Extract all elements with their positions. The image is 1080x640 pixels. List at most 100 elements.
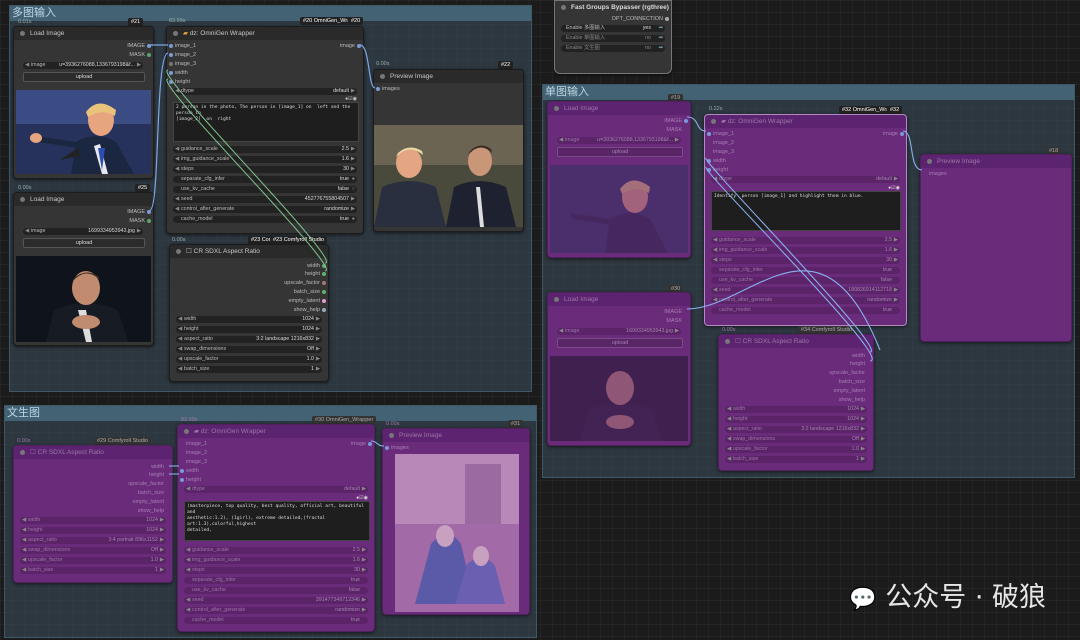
arrow-left-icon[interactable]: ◀	[559, 328, 563, 335]
arrow-right-icon[interactable]: ▶	[137, 228, 141, 235]
node-title[interactable]: Preview Image	[383, 429, 529, 442]
arrow-right-icon[interactable]: ▶	[675, 137, 679, 144]
arrow-left-icon[interactable]: ◀	[22, 527, 26, 534]
upscale-factor-widget[interactable]: ◀ upscale_factor 1.0 ▶	[176, 356, 322, 363]
collapse-dot-icon[interactable]	[176, 249, 181, 254]
arrow-left-icon[interactable]: ◀	[713, 247, 717, 254]
toggle-on-icon[interactable]: ●	[352, 176, 355, 183]
single-preview-image-node-18[interactable]: Preview Image images	[920, 154, 1072, 342]
arrow-left-icon[interactable]: ◀	[186, 486, 190, 493]
input-images-socket[interactable]	[376, 87, 380, 91]
arrow-left-icon[interactable]: ◀	[727, 416, 731, 423]
node-title[interactable]: ▰ dz: OmniGen Wrapper	[167, 27, 363, 40]
node-title[interactable]: Load Image	[14, 193, 153, 206]
aspect-ratio-widget[interactable]: ◀ aspect_ratio 3:2 landscape 1216x832 ▶	[176, 336, 322, 343]
node-title[interactable]: ☐ CR SDXL Aspect Ratio	[14, 446, 172, 459]
guidance-scale-widget[interactable]: ◀ guidance_scale 2.5 ▶	[184, 547, 368, 554]
arrow-right-icon[interactable]: ▶	[351, 156, 355, 163]
arrow-left-icon[interactable]: ◀	[713, 257, 717, 264]
arrow-left-icon[interactable]: ◀	[178, 366, 182, 373]
arrow-left-icon[interactable]: ◀	[713, 287, 717, 294]
width-widget[interactable]: ◀ width 1024 ▶	[176, 316, 322, 323]
aspect-ratio-widget[interactable]: ◀ aspect_ratio 3:2 landscape 1216x832 ▶	[725, 426, 867, 433]
arrow-left-icon[interactable]: ◀	[186, 607, 190, 614]
arrow-right-icon[interactable]: ▶	[316, 356, 320, 363]
upscale-factor-widget[interactable]: ◀ upscale_factor 1.0 ▶	[725, 446, 867, 453]
upload-button[interactable]: upload	[23, 238, 145, 248]
img-guidance-scale-widget[interactable]: ◀ img_guidance_scale 1.6 ▶	[711, 247, 900, 254]
arrow-left-icon[interactable]: ◀	[25, 228, 29, 235]
arrow-right-icon[interactable]: ▶	[894, 176, 898, 183]
arrow-left-icon[interactable]: ◀	[175, 166, 179, 173]
arrow-left-icon[interactable]: ◀	[22, 567, 26, 574]
toggle-on-icon[interactable]: ●	[352, 216, 355, 223]
arrow-right-icon[interactable]: ▶	[160, 557, 164, 564]
output-image-socket[interactable]	[684, 119, 688, 123]
text-omnigen-wrapper-node-30[interactable]: ▰ dz: OmniGen Wrapper image_1 image_2 im…	[177, 424, 375, 632]
arrow-right-icon[interactable]: ▶	[861, 456, 865, 463]
swap-dimensions-widget[interactable]: ◀ swap_dimensions Off ▶	[725, 436, 867, 443]
input-image-1-socket[interactable]	[169, 44, 173, 48]
arrow-left-icon[interactable]: ◀	[186, 547, 190, 554]
dtype-select[interactable]: ◀ dtype default ▶	[711, 176, 900, 183]
arrow-left-icon[interactable]: ◀	[713, 297, 717, 304]
seed-widget[interactable]: ◀ seed 391477349712346 ▶	[184, 597, 368, 604]
arrow-right-icon[interactable]: ▶	[137, 62, 141, 69]
collapse-dot-icon[interactable]	[711, 119, 716, 124]
batch-size-widget[interactable]: ◀ batch_size 1 ▶	[725, 456, 867, 463]
arrow-right-icon[interactable]: ▶	[362, 597, 366, 604]
upload-button[interactable]: upload	[557, 147, 683, 157]
node-checkbox-icon[interactable]: ☐	[735, 338, 743, 345]
upload-button[interactable]: upload	[23, 72, 145, 82]
dtype-select[interactable]: ◀ dtype default ▶	[173, 88, 357, 95]
output-image-socket[interactable]	[357, 44, 361, 48]
collapse-dot-icon[interactable]	[173, 31, 178, 36]
output-mask-socket[interactable]	[147, 53, 151, 57]
arrow-left-icon[interactable]: ◀	[178, 326, 182, 333]
arrow-left-icon[interactable]: ◀	[175, 146, 179, 153]
collapse-dot-icon[interactable]	[20, 31, 25, 36]
navigate-arrow-icon[interactable]: ➡	[659, 45, 663, 52]
arrow-right-icon[interactable]: ▶	[160, 527, 164, 534]
navigate-arrow-icon[interactable]: ➡	[659, 35, 663, 42]
arrow-right-icon[interactable]: ▶	[160, 517, 164, 524]
arrow-right-icon[interactable]: ▶	[351, 88, 355, 95]
swap-dimensions-widget[interactable]: ◀ swap_dimensions Off ▶	[176, 346, 322, 353]
arrow-left-icon[interactable]: ◀	[186, 557, 190, 564]
output-image-socket[interactable]	[368, 442, 372, 446]
input-height-socket[interactable]	[169, 80, 173, 84]
fast-groups-bypasser-node[interactable]: Fast Groups Bypasser (rgthree) OPT_CONNE…	[554, 0, 672, 74]
image-select[interactable]: ◀ image 1699334953943.jpg ▶	[557, 328, 681, 335]
text-cr-sdxl-aspect-ratio-node-29[interactable]: ☐ CR SDXL Aspect Ratio width height upsc…	[13, 445, 173, 583]
prompt-textarea[interactable]: (masterpiece, top quality, best quality,…	[184, 501, 370, 541]
collapse-dot-icon[interactable]	[389, 433, 394, 438]
width-widget[interactable]: ◀ width 1024 ▶	[20, 517, 166, 524]
steps-widget[interactable]: ◀ steps 30 ▶	[184, 567, 368, 574]
arrow-left-icon[interactable]: ◀	[727, 436, 731, 443]
image-select[interactable]: ◀ image 1699334953943.jpg ▶	[23, 228, 143, 235]
input-height-socket[interactable]	[707, 168, 711, 172]
prompt-textarea[interactable]: 2 person in the photo, The person in [im…	[173, 102, 359, 142]
collapse-dot-icon[interactable]	[554, 297, 559, 302]
arrow-right-icon[interactable]: ▶	[894, 237, 898, 244]
toggle-off-icon[interactable]: ○	[352, 186, 355, 193]
arrow-right-icon[interactable]: ▶	[316, 316, 320, 323]
use-kv-cache-toggle[interactable]: use_kv_cache false	[184, 587, 368, 594]
arrow-right-icon[interactable]: ▶	[675, 328, 679, 335]
arrow-left-icon[interactable]: ◀	[178, 316, 182, 323]
single-cr-sdxl-aspect-ratio-node-34[interactable]: ☐ CR SDXL Aspect Ratio width height upsc…	[718, 334, 874, 471]
node-title[interactable]: Preview Image	[921, 155, 1071, 168]
arrow-right-icon[interactable]: ▶	[894, 297, 898, 304]
arrow-left-icon[interactable]: ◀	[559, 137, 563, 144]
collapse-dot-icon[interactable]	[184, 429, 189, 434]
arrow-right-icon[interactable]: ▶	[362, 567, 366, 574]
arrow-right-icon[interactable]: ▶	[861, 406, 865, 413]
input-images-socket[interactable]	[385, 446, 389, 450]
arrow-right-icon[interactable]: ▶	[316, 366, 320, 373]
node-title[interactable]: ☐ CR SDXL Aspect Ratio	[719, 335, 873, 348]
cache-model-toggle[interactable]: cache_model true ●	[173, 216, 357, 223]
arrow-left-icon[interactable]: ◀	[22, 557, 26, 564]
arrow-left-icon[interactable]: ◀	[713, 176, 717, 183]
output-width-socket[interactable]	[322, 264, 326, 268]
single-load-image-node-30[interactable]: Load Image IMAGE MASK ◀ image 169933495394…	[547, 292, 691, 446]
